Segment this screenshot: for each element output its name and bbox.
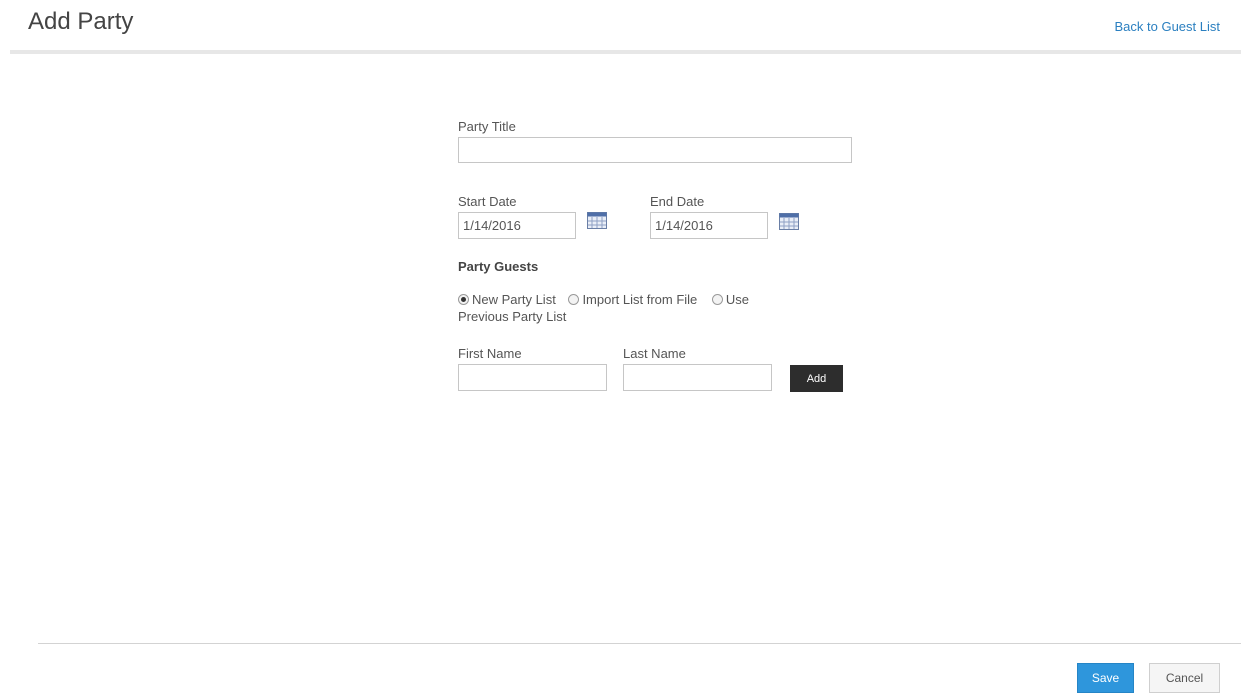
radio-label: Import List from File	[582, 292, 698, 307]
radio-use-previous-party-list[interactable]: Use	[711, 292, 750, 307]
radio-button-selected[interactable]	[458, 294, 469, 305]
footer-divider	[38, 643, 1241, 644]
party-title-label: Party Title	[458, 119, 516, 134]
end-date-label: End Date	[650, 194, 705, 209]
add-party-page: Add Party Back to Guest List Party Title…	[0, 0, 1243, 693]
radio-label: Use	[725, 292, 750, 307]
party-title-input[interactable]	[458, 137, 852, 163]
radio-label: New Party List	[472, 292, 556, 307]
calendar-icon[interactable]	[587, 212, 607, 229]
start-date-label: Start Date	[458, 194, 517, 209]
calendar-icon[interactable]	[779, 213, 799, 230]
radio-button[interactable]	[568, 294, 580, 305]
end-date-input[interactable]	[650, 212, 768, 239]
last-name-label: Last Name	[623, 346, 686, 361]
first-name-label: First Name	[458, 346, 522, 361]
first-name-input[interactable]	[458, 364, 607, 391]
party-guests-heading: Party Guests	[458, 259, 539, 274]
start-date-input[interactable]	[458, 212, 576, 239]
last-name-input[interactable]	[623, 364, 772, 391]
add-guest-button[interactable]: Add	[790, 365, 843, 392]
guest-source-radio-group: New Party List Import List from File Use	[458, 292, 749, 308]
save-button[interactable]: Save	[1077, 663, 1134, 693]
page-title: Add Party	[28, 8, 134, 35]
radio-import-list-from-file[interactable]: Import List from File	[568, 292, 697, 307]
radio-label-continued: Previous Party List	[458, 309, 567, 324]
back-to-guest-list-link[interactable]: Back to Guest List	[1115, 19, 1221, 34]
header-divider	[10, 50, 1241, 54]
cancel-button[interactable]: Cancel	[1149, 663, 1220, 693]
radio-button[interactable]	[711, 294, 723, 305]
radio-new-party-list[interactable]: New Party List	[458, 292, 556, 307]
